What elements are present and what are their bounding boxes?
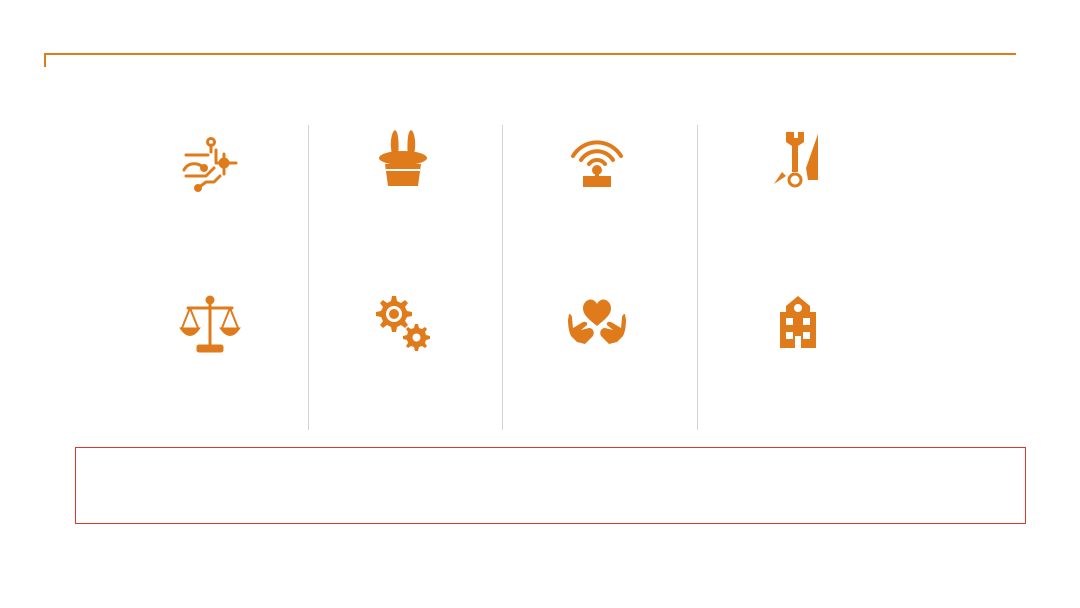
tools-icon (770, 128, 834, 192)
callout-box (75, 447, 1026, 524)
title-rule-tick (44, 53, 46, 67)
circuit-icon (178, 130, 242, 194)
column-divider (502, 125, 503, 430)
column-divider (308, 125, 309, 430)
gears-icon (370, 292, 434, 356)
scales-of-justice-icon (178, 292, 242, 356)
schoolhouse-icon (766, 292, 830, 356)
column-divider (697, 125, 698, 430)
magic-hat-icon (371, 128, 435, 192)
wireless-joystick-icon (565, 130, 629, 194)
heart-in-hands-icon (565, 292, 629, 356)
title-rule (44, 53, 1016, 55)
